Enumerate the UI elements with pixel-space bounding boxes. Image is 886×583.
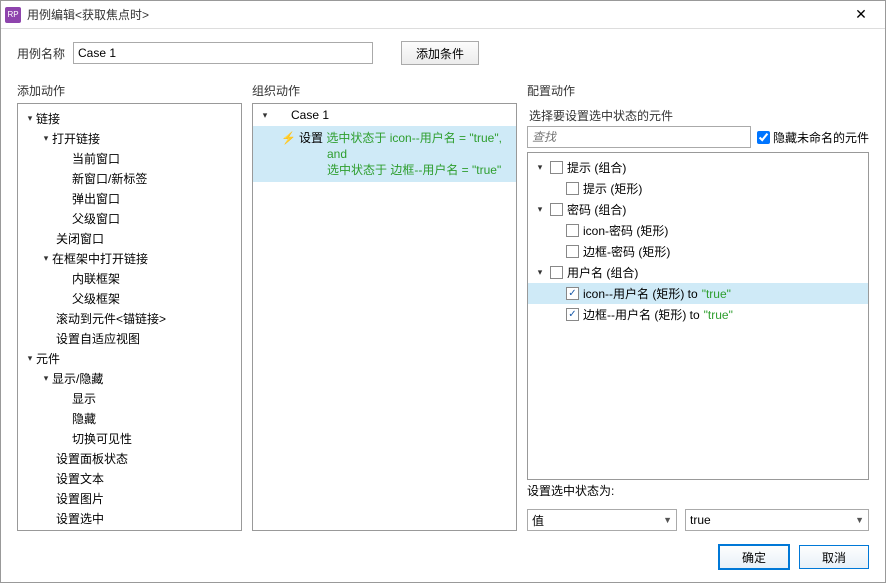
- add-condition-button[interactable]: 添加条件: [401, 41, 479, 65]
- tree-show[interactable]: 显示: [18, 388, 241, 408]
- caret-down-icon: ▾: [534, 267, 546, 279]
- search-input[interactable]: [527, 126, 751, 148]
- tree-popup[interactable]: 弹出窗口: [18, 188, 241, 208]
- dialog: RP 用例编辑<获取焦点时> ✕ 用例名称 添加条件 添加动作 组织动作 配置动…: [0, 0, 886, 583]
- action-line2: 选中状态于 边框--用户名 = "true": [327, 163, 501, 177]
- tree-scroll-anchor[interactable]: 滚动到元件<锚链接>: [18, 308, 241, 328]
- bolt-icon: ⚡: [281, 130, 293, 178]
- checkbox[interactable]: [566, 245, 579, 258]
- tree-set-adaptive[interactable]: 设置自适应视图: [18, 328, 241, 348]
- value-select[interactable]: 值▼: [527, 509, 677, 531]
- tree-current-window[interactable]: 当前窗口: [18, 148, 241, 168]
- organize-panel[interactable]: ▾ Case 1 ⚡ 设置 选中状态于 icon--用户名 = "true", …: [252, 103, 517, 531]
- tree-set-image[interactable]: 设置图片: [18, 488, 241, 508]
- checkbox-checked[interactable]: [566, 308, 579, 321]
- cancel-button[interactable]: 取消: [799, 545, 869, 569]
- add-action-panel[interactable]: ▾链接 ▾打开链接 当前窗口 新窗口/新标签 弹出窗口 父级窗口 关闭窗口 ▾在…: [17, 103, 242, 531]
- action-label: 设置: [299, 131, 323, 145]
- case-name: Case 1: [291, 108, 329, 122]
- hide-unnamed-checkbox[interactable]: [757, 131, 770, 144]
- tree-hide[interactable]: 隐藏: [18, 408, 241, 428]
- titlebar: RP 用例编辑<获取焦点时> ✕: [1, 1, 885, 29]
- caret-down-icon: ▾: [40, 132, 52, 144]
- caret-down-icon: ▾: [24, 112, 36, 124]
- caret-down-icon: ▾: [24, 352, 36, 364]
- close-button[interactable]: ✕: [841, 3, 881, 27]
- window-title: 用例编辑<获取焦点时>: [27, 6, 841, 23]
- true-select[interactable]: true▼: [685, 509, 869, 531]
- tree-show-hide[interactable]: ▾显示/隐藏: [18, 368, 241, 388]
- ok-button[interactable]: 确定: [719, 545, 789, 569]
- case-name-label: 用例名称: [17, 45, 65, 62]
- tree-inline-frame[interactable]: 内联框架: [18, 268, 241, 288]
- organize-header: 组织动作: [252, 82, 527, 99]
- tree-set-text[interactable]: 设置文本: [18, 468, 241, 488]
- add-action-header: 添加动作: [17, 82, 252, 99]
- widget-border-user[interactable]: 边框--用户名 (矩形) to "true": [528, 304, 868, 325]
- case-action[interactable]: ⚡ 设置 选中状态于 icon--用户名 = "true", and 选中状态于…: [253, 126, 516, 182]
- caret-down-icon: ▾: [40, 372, 52, 384]
- caret-down-icon: ▾: [259, 109, 271, 121]
- widget-tip-group[interactable]: ▾提示 (组合): [528, 157, 868, 178]
- case-icon: [275, 109, 287, 121]
- case-name-input[interactable]: [73, 42, 373, 64]
- tree-open-frame[interactable]: ▾在框架中打开链接: [18, 248, 241, 268]
- panel-headers: 添加动作 组织动作 配置动作: [1, 77, 885, 99]
- tree-parent-window[interactable]: 父级窗口: [18, 208, 241, 228]
- checkbox-checked[interactable]: [566, 287, 579, 300]
- app-icon: RP: [5, 7, 21, 23]
- tree-parent-frame[interactable]: 父级框架: [18, 288, 241, 308]
- checkbox[interactable]: [550, 203, 563, 216]
- panels: ▾链接 ▾打开链接 当前窗口 新窗口/新标签 弹出窗口 父级窗口 关闭窗口 ▾在…: [1, 99, 885, 537]
- caret-down-icon: ▾: [534, 204, 546, 216]
- checkbox[interactable]: [550, 266, 563, 279]
- checkbox[interactable]: [566, 224, 579, 237]
- tree-links[interactable]: ▾链接: [18, 108, 241, 128]
- tree-set-panel[interactable]: 设置面板状态: [18, 448, 241, 468]
- hide-unnamed-label: 隐藏未命名的元件: [773, 129, 869, 146]
- checkbox[interactable]: [550, 161, 563, 174]
- caret-down-icon: ▾: [534, 162, 546, 174]
- widget-border-pwd[interactable]: 边框-密码 (矩形): [528, 241, 868, 262]
- tree-new-window[interactable]: 新窗口/新标签: [18, 168, 241, 188]
- tree-open-link[interactable]: ▾打开链接: [18, 128, 241, 148]
- case-row[interactable]: ▾ Case 1: [253, 104, 516, 126]
- widget-icon-pwd[interactable]: icon-密码 (矩形): [528, 220, 868, 241]
- configure-header: 配置动作: [527, 82, 869, 99]
- tree-widgets[interactable]: ▾元件: [18, 348, 241, 368]
- widget-tree[interactable]: ▾提示 (组合) 提示 (矩形) ▾密码 (组合) icon-密码 (矩形) 边…: [527, 152, 869, 480]
- tree-close-window[interactable]: 关闭窗口: [18, 228, 241, 248]
- tree-toggle-vis[interactable]: 切换可见性: [18, 428, 241, 448]
- widget-icon-user[interactable]: icon--用户名 (矩形) to "true": [528, 283, 868, 304]
- widget-tip-rect[interactable]: 提示 (矩形): [528, 178, 868, 199]
- set-state-label: 设置选中状态为:: [527, 480, 869, 501]
- chevron-down-icon: ▼: [855, 515, 864, 525]
- widget-user-group[interactable]: ▾用户名 (组合): [528, 262, 868, 283]
- select-widgets-label: 选择要设置选中状态的元件: [527, 103, 869, 126]
- action-line1b: and: [327, 147, 347, 161]
- dialog-buttons: 确定 取消: [1, 537, 885, 581]
- chevron-down-icon: ▼: [663, 515, 672, 525]
- case-name-row: 用例名称 添加条件: [1, 29, 885, 77]
- configure-panel: 选择要设置选中状态的元件 隐藏未命名的元件 ▾提示 (组合) 提示 (矩形) ▾…: [527, 103, 869, 531]
- action-line1a: 选中状态于 icon--用户名 = "true",: [326, 131, 502, 145]
- checkbox[interactable]: [566, 182, 579, 195]
- hide-unnamed-check[interactable]: 隐藏未命名的元件: [757, 129, 869, 146]
- widget-pwd-group[interactable]: ▾密码 (组合): [528, 199, 868, 220]
- caret-down-icon: ▾: [40, 252, 52, 264]
- tree-set-selected[interactable]: 设置选中: [18, 508, 241, 528]
